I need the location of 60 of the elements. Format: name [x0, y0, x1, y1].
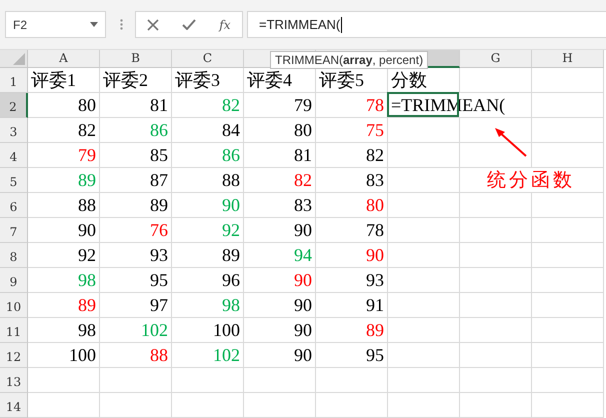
table-cell: 98 [172, 293, 244, 318]
table-cell: 80 [244, 118, 316, 143]
table-cell: 90 [244, 343, 316, 368]
table-cell: 75 [316, 118, 388, 143]
table-cell: 评委1 [28, 68, 100, 93]
table-cell: 90 [172, 193, 244, 218]
table-cell: 89 [172, 243, 244, 268]
table-cell: 84 [172, 118, 244, 143]
table-cell: 91 [316, 293, 388, 318]
table-cell: 83 [244, 193, 316, 218]
table-cell: 88 [28, 193, 100, 218]
table-cell: 94 [244, 243, 316, 268]
table-cell: 81 [100, 93, 172, 118]
table-cell: 83 [316, 168, 388, 193]
function-tooltip: TRIMMEAN(array, percent) [270, 51, 428, 69]
table-cell: 92 [28, 243, 100, 268]
table-cell: 93 [100, 243, 172, 268]
table-cell: 102 [100, 318, 172, 343]
table-cell: 82 [244, 168, 316, 193]
table-cell: 86 [172, 143, 244, 168]
table-cell: 102 [172, 343, 244, 368]
table-cell: 95 [316, 343, 388, 368]
table-cell: 100 [28, 343, 100, 368]
table-cell: 86 [100, 118, 172, 143]
table-cell: 98 [28, 268, 100, 293]
table-cell: 97 [100, 293, 172, 318]
table-cell: 79 [28, 143, 100, 168]
table-cell: 96 [172, 268, 244, 293]
table-cell: 80 [316, 193, 388, 218]
table-cell: 100 [172, 318, 244, 343]
table-cell: 82 [28, 118, 100, 143]
table-cell: 90 [244, 268, 316, 293]
table-cell: 76 [100, 218, 172, 243]
table-cell: 89 [28, 168, 100, 193]
table-cell: 79 [244, 93, 316, 118]
table-cell: 89 [316, 318, 388, 343]
table-cell: 90 [244, 318, 316, 343]
table-cell: 92 [172, 218, 244, 243]
table-cell: 90 [244, 218, 316, 243]
table-cell: 80 [28, 93, 100, 118]
table-cell: 95 [100, 268, 172, 293]
table-cell: 81 [244, 143, 316, 168]
table-cell: 90 [244, 293, 316, 318]
annotation-text: 统分函数 [487, 168, 575, 192]
table-cell: 88 [100, 343, 172, 368]
table-cell: 98 [28, 318, 100, 343]
table-cell: 89 [28, 293, 100, 318]
table-cell: 89 [100, 193, 172, 218]
table-cell: 87 [100, 168, 172, 193]
table-cell: 88 [172, 168, 244, 193]
table-cell: 评委2 [100, 68, 172, 93]
table-cell: 82 [316, 143, 388, 168]
table-cell: 85 [100, 143, 172, 168]
table-cell: 90 [316, 243, 388, 268]
table-cell: 评委3 [172, 68, 244, 93]
table-cell: 78 [316, 93, 388, 118]
table-cell: 82 [172, 93, 244, 118]
table-cell: 78 [316, 218, 388, 243]
table-cell: 93 [316, 268, 388, 293]
table-cell: 90 [28, 218, 100, 243]
